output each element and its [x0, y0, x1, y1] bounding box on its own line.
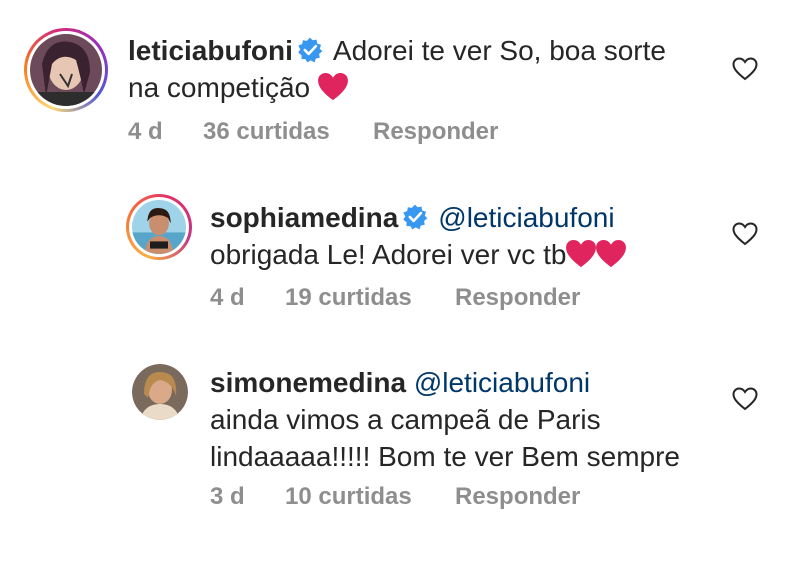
comment-body: leticiabufoni Adorei te ver So, boa sorte… [128, 32, 708, 106]
reply-button[interactable]: Responder [373, 118, 498, 146]
mention-link[interactable]: @leticiabufoni [414, 367, 590, 398]
comment-body: simonemedina @leticiabufoni ainda vimos … [210, 364, 730, 475]
comment-text: Adorei te ver So, boa sorte [332, 35, 666, 66]
comment-meta: 4 d 19 curtidas Responder [210, 284, 580, 312]
red-heart-emoji [566, 240, 597, 268]
comment-text: na competição [128, 72, 311, 103]
avatar[interactable] [24, 28, 108, 112]
avatar-photo [132, 364, 188, 420]
avatar[interactable] [126, 194, 192, 260]
comment-item: sophiamedina @leticiabufoni obrigada Le! … [0, 170, 800, 340]
reply-button[interactable]: Responder [455, 284, 580, 312]
comment-likes[interactable]: 10 curtidas [285, 483, 455, 511]
heart-outline-icon[interactable] [732, 387, 758, 411]
comment-meta: 3 d 10 curtidas Responder [210, 483, 580, 511]
mention-link[interactable]: @leticiabufoni [438, 202, 614, 233]
comment-username[interactable]: simonemedina [210, 367, 406, 398]
comment-text: lindaaaaa!!!!! Bom te ver Bem sempre [210, 441, 680, 472]
verified-badge-icon [298, 37, 323, 63]
comment-time[interactable]: 4 d [128, 118, 203, 146]
heart-outline-icon[interactable] [732, 57, 758, 81]
comment-text: ainda vimos a campeã de Paris [210, 404, 601, 435]
verified-badge-icon [403, 204, 428, 230]
red-heart-emoji [317, 73, 348, 101]
comment-time[interactable]: 4 d [210, 284, 285, 312]
comment-time[interactable]: 3 d [210, 483, 285, 511]
comment-likes[interactable]: 36 curtidas [203, 118, 373, 146]
heart-outline-icon[interactable] [732, 222, 758, 246]
comment-likes[interactable]: 19 curtidas [285, 284, 455, 312]
comment-username[interactable]: sophiamedina [210, 202, 398, 233]
avatar[interactable] [132, 364, 188, 420]
comment-item: simonemedina @leticiabufoni ainda vimos … [0, 340, 800, 561]
comment-username[interactable]: leticiabufoni [128, 35, 293, 66]
comment-body: sophiamedina @leticiabufoni obrigada Le! … [210, 199, 730, 273]
avatar-photo [30, 34, 102, 106]
comment-meta: 4 d 36 curtidas Responder [128, 118, 498, 146]
comment-text: obrigada Le! Adorei ver vc tb [210, 239, 567, 270]
avatar-photo [132, 200, 186, 254]
comment-item: leticiabufoni Adorei te ver So, boa sorte… [0, 0, 800, 170]
reply-button[interactable]: Responder [455, 483, 580, 511]
red-heart-emoji [596, 240, 627, 268]
